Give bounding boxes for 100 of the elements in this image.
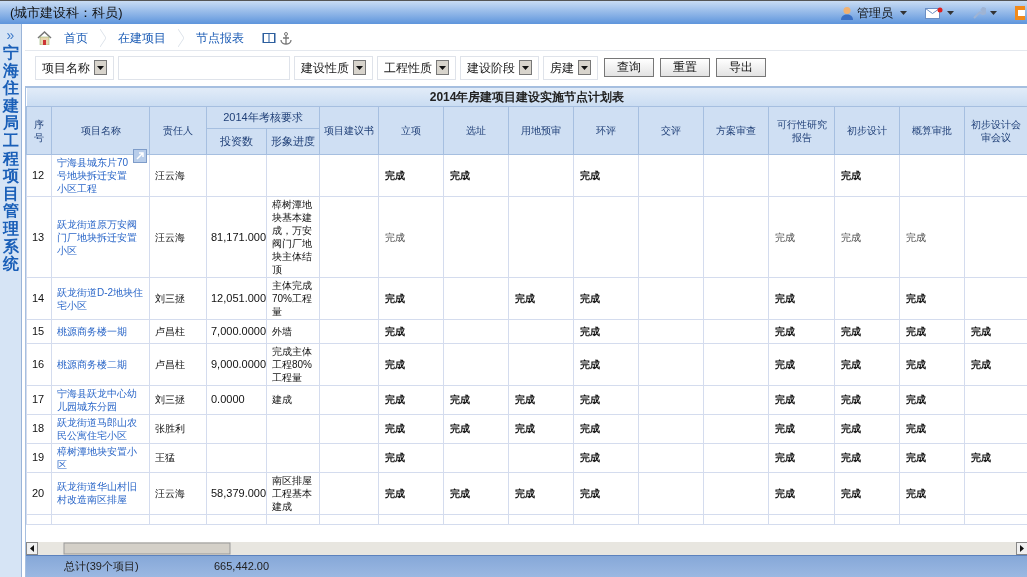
user-menu[interactable]: 管理员 bbox=[840, 3, 907, 22]
dropdown-select[interactable]: 工程性质 bbox=[377, 55, 456, 80]
table-cell: 完成 bbox=[385, 170, 405, 181]
table-cell: 20 bbox=[26, 472, 52, 514]
mail-menu[interactable] bbox=[925, 6, 954, 19]
action-button[interactable]: 导出 bbox=[716, 58, 766, 77]
table-cell: 完成 bbox=[515, 487, 535, 499]
table-cell: 完成 bbox=[515, 423, 535, 434]
column-group-header: 2014年考核要求 bbox=[206, 106, 320, 129]
dropdown-select[interactable]: 房建 bbox=[543, 55, 598, 80]
table-cell: 张胜利 bbox=[149, 414, 207, 443]
column-header: 环评 bbox=[573, 106, 639, 155]
table-cell: 完成 bbox=[775, 452, 795, 463]
expand-toggle[interactable]: » bbox=[6, 28, 15, 42]
table-cell: 完成 bbox=[775, 325, 795, 337]
table-cell: 完成 bbox=[775, 394, 795, 405]
column-header: 用地预审 bbox=[508, 106, 574, 155]
table-cell: 完成 bbox=[906, 452, 926, 463]
table-cell: 完成 bbox=[971, 358, 991, 370]
table-cell: 完成 bbox=[775, 358, 795, 370]
table-cell: 完成 bbox=[385, 231, 405, 243]
table-cell: 完成 bbox=[775, 231, 795, 243]
table-cell: 完成 bbox=[906, 293, 926, 304]
total-value: 665,442.00 bbox=[214, 559, 270, 575]
table-cell: 完成 bbox=[906, 394, 926, 405]
table-cell: 完成 bbox=[385, 452, 405, 463]
dropdown-select[interactable]: 项目名称 bbox=[35, 55, 114, 80]
column-header: 立项 bbox=[378, 106, 444, 155]
system-title: 宁海住建局工程项目管理系统 bbox=[2, 44, 19, 273]
column-header: 概算审批 bbox=[899, 106, 965, 155]
table-cell: 完成 bbox=[450, 423, 470, 434]
table-cell: 完成 bbox=[580, 170, 600, 181]
table-cell: 完成 bbox=[580, 423, 600, 434]
breadcrumb-link[interactable]: 首页 bbox=[56, 29, 96, 47]
popout-icon[interactable] bbox=[133, 149, 147, 163]
table-cell: 完成 bbox=[385, 293, 405, 304]
table-cell: 完成 bbox=[515, 394, 535, 405]
table-cell: 81,171.000 bbox=[211, 230, 267, 243]
table-cell: 0.0000 bbox=[211, 393, 245, 406]
breadcrumb-link[interactable]: 在建项目 bbox=[110, 29, 174, 47]
table-cell: 南区排屋工程基本建成 bbox=[272, 474, 312, 512]
table-cell: 汪云海 bbox=[149, 196, 207, 278]
table-cell: 完成 bbox=[841, 358, 861, 370]
table-cell: 18 bbox=[26, 414, 52, 443]
table-cell: 完成 bbox=[775, 293, 795, 304]
table-cell: 完成 bbox=[906, 325, 926, 337]
column-header: 方案审查 bbox=[703, 106, 769, 155]
table-cell: 完成 bbox=[841, 325, 861, 337]
table-cell: 完成 bbox=[775, 487, 795, 499]
mail-icon bbox=[925, 6, 943, 19]
column-header: 交评 bbox=[638, 106, 704, 155]
action-button[interactable]: 查询 bbox=[604, 58, 654, 77]
table-cell: 完成 bbox=[971, 325, 991, 337]
table-cell: 建成 bbox=[272, 394, 292, 405]
column-header: 初步设计 bbox=[834, 106, 900, 155]
table-cell: 完成 bbox=[385, 487, 405, 499]
action-button[interactable]: 重置 bbox=[660, 58, 710, 77]
table-cell: 刘三拯 bbox=[149, 385, 207, 414]
app-icon[interactable] bbox=[1015, 5, 1025, 20]
table-cell: 12 bbox=[26, 154, 52, 197]
caret-icon bbox=[947, 10, 954, 15]
table-cell: 完成 bbox=[906, 487, 926, 499]
table-cell: 完成 bbox=[841, 452, 861, 463]
horizontal-scrollbar[interactable] bbox=[26, 542, 1027, 555]
table-cell: 完成 bbox=[450, 487, 470, 499]
caret-icon bbox=[990, 10, 997, 15]
window-title: (城市建设科：科员) bbox=[10, 3, 123, 22]
table-cell: 完成 bbox=[580, 325, 600, 337]
tools-menu[interactable] bbox=[972, 5, 997, 20]
home-icon[interactable] bbox=[37, 31, 52, 45]
table-cell: 卢昌柱 bbox=[149, 319, 207, 343]
breadcrumb-link[interactable]: 节点报表 bbox=[188, 29, 252, 47]
book-icon[interactable] bbox=[262, 32, 276, 44]
table-cell: 刘三拯 bbox=[149, 277, 207, 320]
table-title: 2014年房建项目建设实施节点计划表 bbox=[26, 88, 1027, 107]
table-cell: 完成 bbox=[906, 358, 926, 370]
table-cell: 14 bbox=[26, 277, 52, 320]
table-cell: 完成 bbox=[580, 358, 600, 370]
table-cell: 完成 bbox=[841, 170, 861, 181]
table-cell: 58,379.000 bbox=[211, 486, 267, 499]
table-cell: 完成 bbox=[775, 423, 795, 434]
table-cell: 完成 bbox=[580, 293, 600, 304]
dropdown-select[interactable]: 建设阶段 bbox=[460, 55, 539, 80]
anchor-icon[interactable] bbox=[280, 31, 292, 45]
column-header: 序号 bbox=[26, 106, 52, 155]
table-cell: 完成 bbox=[971, 452, 991, 463]
table-cell: 汪云海 bbox=[149, 154, 207, 197]
table-cell: 卢昌柱 bbox=[149, 343, 207, 385]
table-cell: 19 bbox=[26, 443, 52, 472]
table-cell: 13 bbox=[26, 196, 52, 278]
table-cell: 完成 bbox=[580, 452, 600, 463]
search-field[interactable] bbox=[118, 55, 290, 80]
table-cell: 完成 bbox=[841, 231, 861, 243]
table-cell: 完成主体工程80%工程量 bbox=[272, 345, 312, 383]
table-cell: 完成 bbox=[906, 231, 926, 243]
table-cell: 17 bbox=[26, 385, 52, 414]
table-cell: 完成 bbox=[580, 394, 600, 405]
table-cell: 完成 bbox=[450, 394, 470, 405]
table-cell: 完成 bbox=[515, 293, 535, 304]
dropdown-select[interactable]: 建设性质 bbox=[294, 55, 373, 80]
